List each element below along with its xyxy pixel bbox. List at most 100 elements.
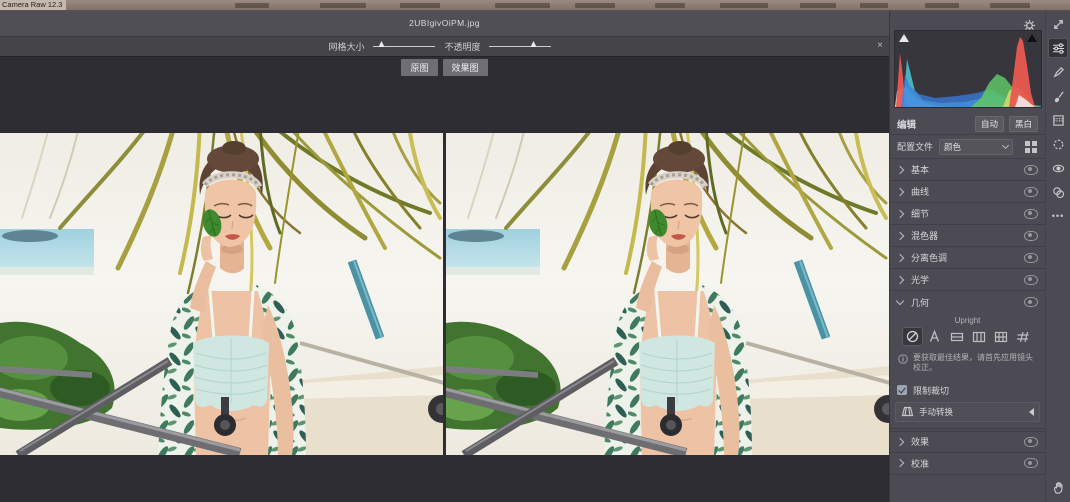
- profile-label: 配置文件: [897, 140, 933, 153]
- eye-icon[interactable]: [1024, 187, 1038, 197]
- chevron-right-icon: [896, 275, 904, 283]
- grid-size-slider[interactable]: [373, 46, 435, 47]
- section-basic[interactable]: 基本: [890, 159, 1045, 181]
- titlebar-decoration: [925, 3, 959, 8]
- opacity-slider[interactable]: [489, 46, 551, 47]
- titlebar-decoration: [800, 3, 836, 8]
- section-effects[interactable]: 效果: [890, 431, 1045, 453]
- effect-view-button[interactable]: 效果图: [443, 59, 488, 76]
- chevron-right-icon: [896, 209, 904, 217]
- highlight-clipping-indicator[interactable]: [1027, 34, 1037, 42]
- titlebar-decoration: [400, 3, 440, 8]
- titlebar-decoration: [655, 3, 685, 8]
- edit-panel: 编辑 自动 黑白 配置文件 颜色: [889, 11, 1070, 502]
- original-view-button[interactable]: 原图: [401, 59, 437, 76]
- chevron-right-icon: [896, 187, 904, 195]
- opacity-slider-thumb[interactable]: [531, 41, 537, 47]
- heal-icon[interactable]: [1049, 63, 1067, 81]
- eye-icon[interactable]: [1024, 458, 1038, 468]
- snapshots-icon[interactable]: [1049, 183, 1067, 201]
- more-icon[interactable]: •••: [1049, 207, 1067, 225]
- section-label: 校准: [911, 457, 929, 470]
- upright-guided-icon[interactable]: [1013, 328, 1032, 345]
- grid-size-slider-thumb[interactable]: [378, 41, 384, 47]
- filename-label: 2UBIgivOiPM.jpg: [0, 18, 889, 28]
- eye-icon[interactable]: [1024, 209, 1038, 219]
- upright-auto-icon[interactable]: [925, 328, 944, 345]
- profile-browser-icon[interactable]: [1025, 141, 1038, 153]
- section-label: 细节: [911, 207, 929, 220]
- chevron-right-icon: [896, 253, 904, 261]
- upright-vertical-icon[interactable]: [969, 328, 988, 345]
- graduated-filter-icon[interactable]: [1049, 111, 1067, 129]
- hand-icon[interactable]: [1049, 478, 1067, 496]
- upright-off-icon[interactable]: [903, 328, 922, 345]
- constrain-crop-label: 限制裁切: [913, 384, 949, 397]
- section-label: 光学: [911, 273, 929, 286]
- red-eye-icon[interactable]: [1049, 159, 1067, 177]
- image-viewport: 原图 效果图: [0, 57, 889, 502]
- titlebar-decoration: [990, 3, 1030, 8]
- edit-sliders-icon[interactable]: [1049, 39, 1067, 57]
- titlebar-decoration: [575, 3, 615, 8]
- section-label: 分离色调: [911, 251, 947, 264]
- section-curves[interactable]: 曲线: [890, 181, 1045, 203]
- shadow-clipping-indicator[interactable]: [899, 34, 909, 42]
- geometry-info-text: 要获取最佳结果，请首先应用镜头校正。: [913, 353, 1037, 374]
- content-column: 2UBIgivOiPM.jpg 网格大小 不透明度 × 原图 效果图: [0, 11, 889, 502]
- profile-row: 配置文件 颜色: [890, 135, 1045, 159]
- manual-transform-row[interactable]: 手动转换: [895, 402, 1040, 422]
- eye-icon[interactable]: [1024, 437, 1038, 447]
- upright-full-icon[interactable]: [991, 328, 1010, 345]
- radial-filter-icon[interactable]: [1049, 135, 1067, 153]
- section-split-toning[interactable]: 分离色调: [890, 247, 1045, 269]
- close-overlay-icon[interactable]: ×: [877, 40, 883, 52]
- section-label: 混色器: [911, 229, 938, 242]
- view-toggle-group: 原图 效果图: [0, 59, 889, 76]
- auto-button[interactable]: 自动: [975, 116, 1004, 132]
- photo-after[interactable]: [446, 133, 889, 455]
- section-detail[interactable]: 细节: [890, 203, 1045, 225]
- section-label: 曲线: [911, 185, 929, 198]
- eye-icon[interactable]: [1024, 275, 1038, 285]
- manual-transform-label: 手动转换: [919, 406, 953, 418]
- chevron-down-icon: [896, 296, 904, 304]
- titlebar-decoration: [495, 3, 550, 8]
- eye-icon[interactable]: [1024, 253, 1038, 263]
- file-bar: 2UBIgivOiPM.jpg: [0, 11, 889, 37]
- transform-icon: [901, 406, 914, 417]
- eye-icon[interactable]: [1024, 297, 1038, 307]
- geometry-info: 要获取最佳结果，请首先应用镜头校正。: [890, 351, 1045, 381]
- histogram[interactable]: [894, 30, 1042, 108]
- profile-select[interactable]: 颜色: [939, 139, 1013, 155]
- upright-level-icon[interactable]: [947, 328, 966, 345]
- section-label: 几何: [911, 296, 929, 309]
- camera-raw-window: Camera Raw 12.3 2UBIgivOiPM.jpg 网格大小 不透明…: [0, 0, 1070, 502]
- upright-label: Upright: [890, 316, 1045, 325]
- bw-button[interactable]: 黑白: [1009, 116, 1038, 132]
- tool-strip: •••: [1045, 11, 1070, 502]
- expand-icon[interactable]: [1049, 15, 1067, 33]
- eye-icon[interactable]: [1024, 165, 1038, 175]
- edit-title: 编辑: [897, 117, 916, 131]
- geometry-header[interactable]: 几何: [890, 291, 1045, 313]
- eye-icon[interactable]: [1024, 231, 1038, 241]
- constrain-crop-checkbox[interactable]: [897, 385, 907, 395]
- section-calibration[interactable]: 校准: [890, 453, 1045, 475]
- upright-mode-group: [890, 328, 1045, 351]
- section-label: 效果: [911, 435, 929, 448]
- collapse-left-icon[interactable]: [1029, 408, 1034, 416]
- grid-size-label: 网格大小: [328, 40, 364, 53]
- titlebar-decoration: [320, 3, 366, 8]
- chevron-right-icon: [896, 459, 904, 467]
- titlebar-decoration: [235, 3, 269, 8]
- section-color-mixer[interactable]: 混色器: [890, 225, 1045, 247]
- profile-value: 颜色: [944, 141, 1003, 153]
- histogram-graph: [895, 31, 1041, 107]
- chevron-right-icon: [896, 231, 904, 239]
- photo-before[interactable]: [0, 133, 443, 455]
- titlebar-decoration: [720, 3, 768, 8]
- brush-icon[interactable]: [1049, 87, 1067, 105]
- section-optics[interactable]: 光学: [890, 269, 1045, 291]
- opacity-label: 不透明度: [445, 40, 481, 53]
